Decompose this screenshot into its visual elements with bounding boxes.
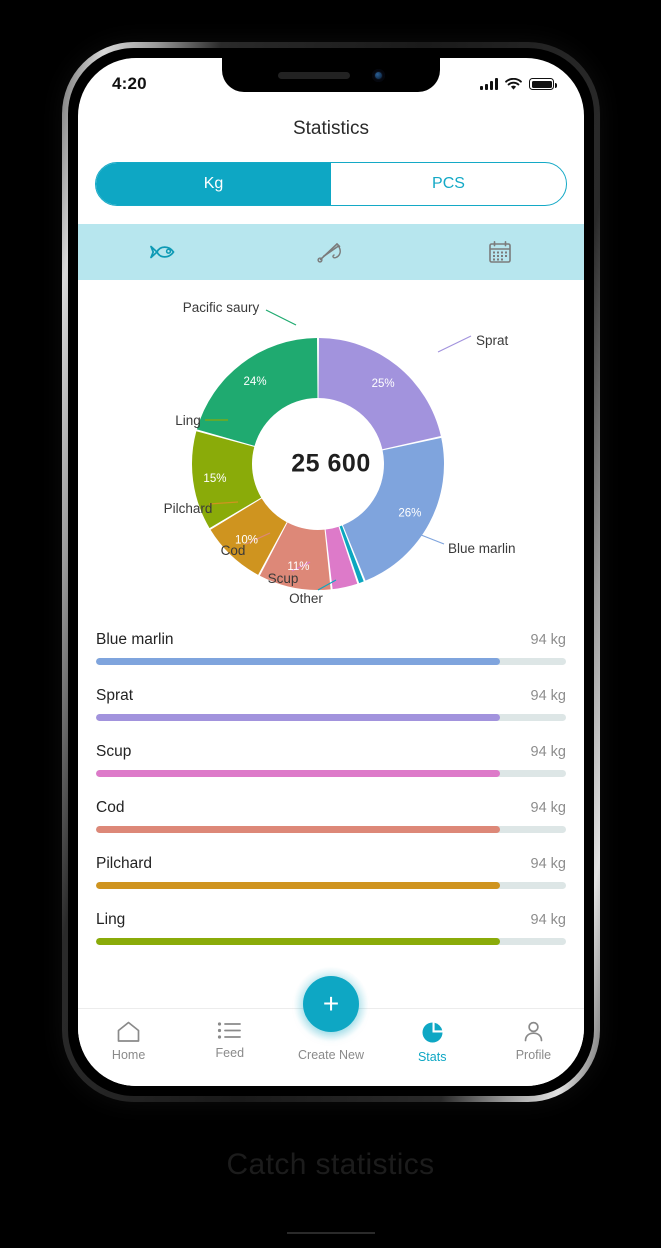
- tab-calendar[interactable]: [415, 224, 584, 280]
- donut-category-label: Pilchard: [164, 501, 213, 516]
- phone-screen: 4:20 Statistics Kg PCS 25% 26% 11% 10% 1…: [78, 58, 584, 1086]
- donut-category-label: Ling: [175, 413, 201, 428]
- list-icon: [218, 1022, 242, 1039]
- species-progress-track: [96, 882, 566, 889]
- signal-bars-icon: [480, 78, 498, 90]
- screenshot-stage: 4:20 Statistics Kg PCS 25% 26% 11% 10% 1…: [0, 0, 661, 1248]
- species-value: 94 kg: [530, 632, 566, 648]
- donut-category-label: Sprat: [476, 333, 509, 348]
- species-name: Pilchard: [96, 855, 152, 872]
- donut-slice-percent: 26%: [398, 508, 421, 520]
- donut-slice[interactable]: [196, 338, 318, 446]
- species-progress-fill: [96, 714, 501, 721]
- species-row: Scup 94 kg: [96, 743, 566, 777]
- species-row: Ling 94 kg: [96, 911, 566, 945]
- page-title: Statistics: [292, 118, 370, 139]
- donut-category-label: Cod: [221, 543, 246, 558]
- earpiece-speaker: [277, 71, 350, 79]
- unit-toggle[interactable]: Kg PCS: [95, 162, 567, 206]
- donut-category-label: Pacific saury: [183, 300, 260, 315]
- phone-frame: 4:20 Statistics Kg PCS 25% 26% 11% 10% 1…: [62, 42, 600, 1102]
- species-progress-fill: [96, 658, 501, 665]
- nav-item-home[interactable]: Home: [78, 1020, 179, 1062]
- species-name: Sprat: [96, 687, 134, 704]
- species-progress-track: [96, 714, 566, 721]
- donut-center-value: 25 600: [291, 449, 371, 478]
- caption-rule: [286, 1232, 375, 1234]
- species-name: Ling: [96, 911, 126, 928]
- status-time: 4:20: [112, 74, 147, 93]
- donut-category-label: Other: [289, 591, 323, 606]
- person-icon: [524, 1021, 543, 1042]
- create-new-fab-wrap: +: [293, 966, 369, 1042]
- species-progress-track: [96, 770, 566, 777]
- donut-leader-line: [415, 532, 445, 545]
- home-icon: [117, 1021, 140, 1042]
- battery-full-icon: [529, 78, 557, 90]
- phone-bezel: 4:20 Statistics Kg PCS 25% 26% 11% 10% 1…: [68, 48, 594, 1096]
- donut-slice[interactable]: [318, 338, 441, 450]
- pie-chart-icon: [422, 1022, 443, 1043]
- donut-slice-percent: 25%: [372, 378, 395, 390]
- species-row: Pilchard 94 kg: [96, 855, 566, 889]
- fish-icon: [150, 245, 175, 259]
- donut-slice-percent: 24%: [244, 376, 267, 388]
- nav-item-profile[interactable]: Profile: [483, 1020, 584, 1062]
- nav-label-stats: Stats: [417, 1050, 447, 1064]
- species-value: 94 kg: [530, 912, 566, 928]
- nav-item-stats[interactable]: Stats: [382, 1020, 483, 1064]
- species-progress-track: [96, 826, 566, 833]
- nav-item-feed[interactable]: Feed: [179, 1020, 280, 1060]
- unit-option-pcs[interactable]: PCS: [331, 163, 566, 205]
- species-progress-fill: [96, 882, 501, 889]
- create-new-fab[interactable]: +: [303, 976, 359, 1032]
- species-name: Cod: [96, 799, 125, 816]
- unit-option-kg[interactable]: Kg: [96, 163, 331, 205]
- species-progress-fill: [96, 770, 501, 777]
- species-progress-fill: [96, 826, 501, 833]
- calendar-icon: [488, 241, 511, 263]
- donut-category-label: Blue marlin: [448, 541, 516, 556]
- donut-leader-line: [265, 309, 297, 326]
- species-value: 94 kg: [530, 856, 566, 872]
- nav-label-home: Home: [111, 1048, 146, 1062]
- species-value: 94 kg: [530, 800, 566, 816]
- nav-label-create-new: Create New: [298, 1048, 364, 1062]
- tab-fish[interactable]: [78, 224, 247, 280]
- species-name: Blue marlin: [96, 631, 174, 648]
- caption-text: Catch statistics: [226, 1148, 435, 1181]
- tab-rod[interactable]: [247, 224, 416, 280]
- species-list: Blue marlin 94 kg Sprat 94 kg Scup 94 kg Cod 94…: [78, 625, 584, 945]
- donut-leader-line: [437, 335, 472, 353]
- species-progress-track: [96, 938, 566, 945]
- species-row: Blue marlin 94 kg: [96, 631, 566, 665]
- wifi-icon: [505, 77, 522, 90]
- donut-category-label: Scup: [268, 571, 299, 586]
- species-row: Cod 94 kg: [96, 799, 566, 833]
- species-value: 94 kg: [530, 744, 566, 760]
- species-progress-fill: [96, 938, 501, 945]
- species-progress-track: [96, 658, 566, 665]
- fishing-rod-icon: [317, 243, 341, 263]
- status-indicators: [480, 74, 557, 91]
- species-name: Scup: [96, 743, 132, 760]
- donut-chart: 25% 26% 11% 10% 15% 24% Sprat Blue marlin Other…: [78, 280, 584, 625]
- donut-slice-percent: 15%: [203, 473, 226, 485]
- species-row: Sprat 94 kg: [96, 687, 566, 721]
- front-camera-icon: [371, 68, 385, 82]
- species-value: 94 kg: [530, 688, 566, 704]
- nav-label-feed: Feed: [215, 1046, 245, 1060]
- category-tab-bar[interactable]: [78, 224, 584, 280]
- nav-label-profile: Profile: [515, 1048, 552, 1062]
- notch: [222, 58, 440, 92]
